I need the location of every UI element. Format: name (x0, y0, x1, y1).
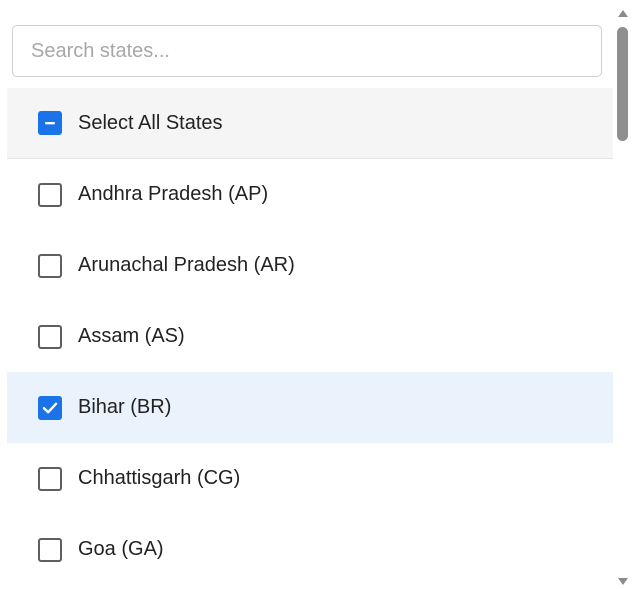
list-item-andhra-pradesh[interactable]: Andhra Pradesh (AP) (7, 159, 613, 230)
state-label: Assam (AS) (78, 325, 185, 347)
list-item-chhattisgarh[interactable]: Chhattisgarh (CG) (7, 443, 613, 514)
state-label: Chhattisgarh (CG) (78, 467, 241, 489)
state-label: Arunachal Pradesh (AR) (78, 254, 295, 276)
scroll-down-arrow-icon[interactable] (618, 578, 628, 585)
list-item-goa[interactable]: Goa (GA) (7, 514, 613, 585)
select-all-checkbox[interactable] (38, 111, 62, 135)
state-label: Goa (GA) (78, 538, 164, 560)
list-item-assam[interactable]: Assam (AS) (7, 301, 613, 372)
search-box (12, 25, 602, 77)
vertical-scrollbar[interactable] (614, 0, 632, 589)
checkbox[interactable] (38, 466, 62, 491)
list-item-bihar[interactable]: Bihar (BR) (7, 372, 613, 443)
checkbox-checked[interactable] (38, 395, 62, 420)
state-list: Select All States Andhra Pradesh (AP) Ar… (7, 88, 613, 585)
scrollbar-thumb[interactable] (617, 27, 628, 141)
list-item-arunachal-pradesh[interactable]: Arunachal Pradesh (AR) (7, 230, 613, 301)
state-multiselect-dropdown: Select All States Andhra Pradesh (AP) Ar… (0, 0, 638, 589)
scroll-up-arrow-icon[interactable] (618, 10, 628, 17)
state-label: Andhra Pradesh (AP) (78, 183, 269, 205)
state-label: Bihar (BR) (78, 396, 172, 418)
checkbox[interactable] (38, 324, 62, 349)
minus-icon (45, 122, 55, 125)
select-all-label: Select All States (78, 111, 223, 134)
checkbox[interactable] (38, 537, 62, 562)
search-input[interactable] (13, 26, 601, 76)
select-all-row[interactable]: Select All States (7, 88, 613, 159)
checkbox[interactable] (38, 253, 62, 278)
checkbox[interactable] (38, 182, 62, 207)
checkmark-icon (42, 402, 58, 413)
